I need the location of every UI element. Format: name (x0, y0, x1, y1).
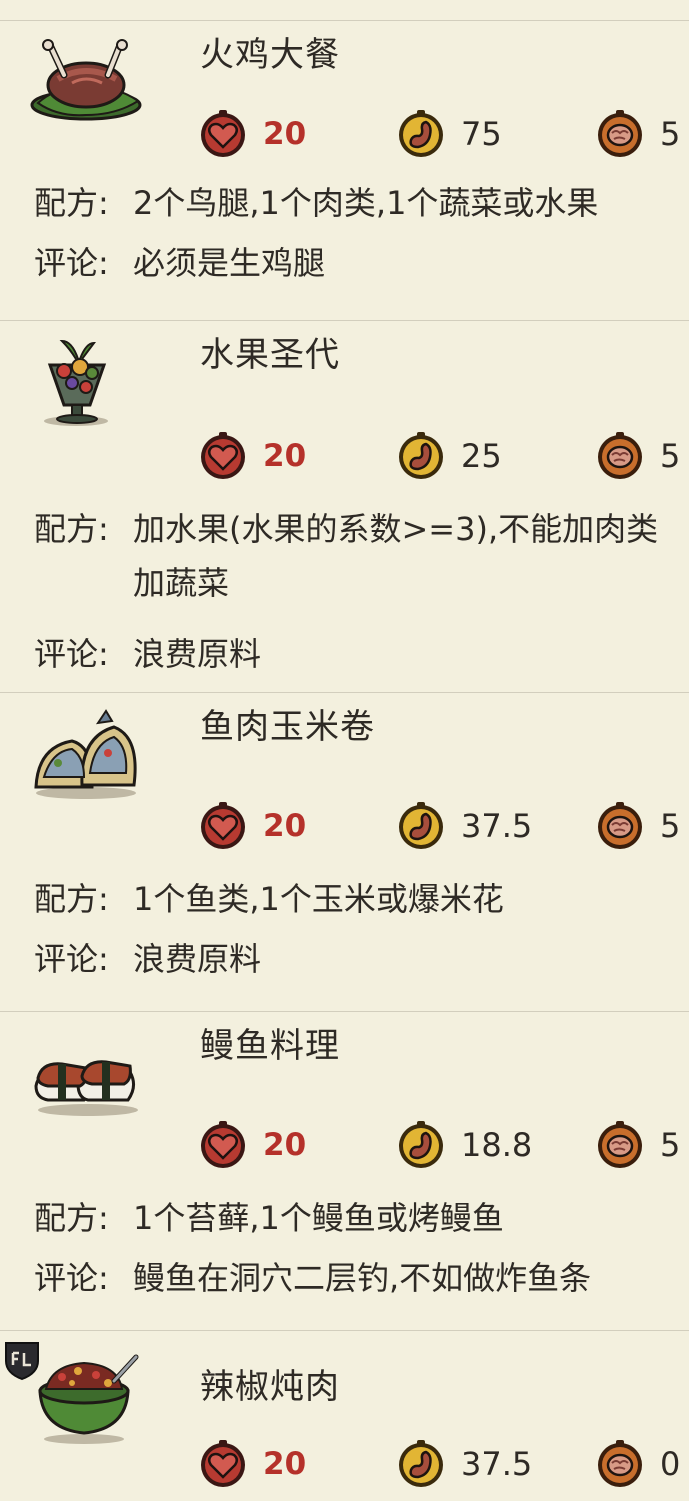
recipe-card-unagi[interactable]: 鳗鱼料理 20 18.8 5 配方: 1个苔藓,1个鳗鱼或烤鳗鱼 评论: 鳗鱼在… (0, 1011, 689, 1330)
health-stat: 20 (198, 1439, 306, 1489)
brain-icon (598, 802, 642, 849)
comment-text: 鳗鱼在洞穴二层钓,不如做炸鱼条 (133, 1259, 592, 1297)
recipe-card-spicy-chili[interactable]: 辣椒炖肉 20 37.5 0 (0, 1330, 689, 1501)
hunger-stat: 18.8 (396, 1120, 532, 1170)
brain-icon (598, 1440, 642, 1487)
recipe-row: 配方: 加水果(水果的系数>=3),不能加肉类 加蔬菜 (34, 510, 689, 610)
recipe-title: 鱼肉玉米卷 (200, 707, 375, 747)
health-stat: 20 (198, 431, 306, 481)
health-stat: 20 (198, 1120, 306, 1170)
stats-row: 20 75 5 (198, 109, 689, 159)
stomach-icon (399, 432, 443, 479)
health-value: 20 (263, 1127, 307, 1163)
recipe-row: 配方: 1个苔藓,1个鳗鱼或烤鳗鱼 (34, 1202, 689, 1234)
heart-icon (201, 110, 245, 157)
recipe-label: 配方: (34, 880, 109, 918)
fruit-medley-icon (28, 335, 146, 431)
comment-row: 评论: 鳗鱼在洞穴二层钓,不如做炸鱼条 (34, 1262, 689, 1294)
hunger-value: 37.5 (461, 1445, 533, 1483)
stomach-icon (399, 110, 443, 157)
unagi-icon (28, 1026, 146, 1122)
sanity-value: 0 (660, 1445, 681, 1483)
recipe-details: 配方: 1个鱼类,1个玉米或爆米花 评论: 浪费原料 (34, 883, 689, 1003)
sanity-stat: 5 (595, 431, 680, 481)
hunger-stat: 37.5 (396, 1439, 532, 1489)
recipe-card-fruit-medley[interactable]: 水果圣代 20 25 5 配方: 加水果(水果的系数>=3),不能加肉类 加蔬菜… (0, 320, 689, 692)
heart-icon (201, 432, 245, 479)
brain-icon (598, 110, 642, 157)
comment-label: 评论: (34, 635, 109, 673)
health-value: 20 (263, 438, 307, 474)
recipe-label: 配方: (34, 184, 109, 222)
stomach-icon (399, 1440, 443, 1487)
sanity-value: 5 (660, 437, 681, 475)
comment-text: 浪费原料 (133, 940, 262, 978)
comment-row: 评论: 浪费原料 (34, 943, 689, 975)
recipe-details: 配方: 加水果(水果的系数>=3),不能加肉类 加蔬菜 评论: 浪费原料 (34, 510, 689, 692)
health-stat: 20 (198, 801, 306, 851)
sanity-value: 5 (660, 807, 681, 845)
spicy-chili-icon (28, 1351, 146, 1447)
recipe-card-fish-tacos[interactable]: 鱼肉玉米卷 20 37.5 5 配方: 1个鱼类,1个玉米或爆米花 评论: 浪费… (0, 692, 689, 1011)
comment-row: 评论: 必须是生鸡腿 (34, 247, 689, 279)
health-value: 20 (263, 1446, 307, 1482)
recipe-row: 配方: 1个鱼类,1个玉米或爆米花 (34, 883, 689, 915)
sanity-stat: 5 (595, 109, 680, 159)
stats-row: 20 25 5 (198, 431, 689, 481)
hunger-stat: 75 (396, 109, 502, 159)
sanity-value: 5 (660, 1126, 681, 1164)
recipe-text: 1个苔藓,1个鳗鱼或烤鳗鱼 (133, 1199, 504, 1237)
stats-row: 20 37.5 0 (198, 1439, 689, 1489)
comment-label: 评论: (34, 1259, 109, 1297)
comment-text: 必须是生鸡腿 (133, 244, 326, 282)
comment-label: 评论: (34, 940, 109, 978)
recipe-text: 2个鸟腿,1个肉类,1个蔬菜或水果 (133, 184, 599, 222)
recipe-row: 配方: 2个鸟腿,1个肉类,1个蔬菜或水果 (34, 187, 689, 219)
heart-icon (201, 802, 245, 849)
recipe-label: 配方: (34, 510, 109, 548)
health-value: 20 (263, 808, 307, 844)
hunger-stat: 25 (396, 431, 502, 481)
stomach-icon (399, 1121, 443, 1168)
hunger-value: 75 (461, 115, 502, 153)
recipe-text: 加水果(水果的系数>=3),不能加肉类 加蔬菜 (133, 510, 659, 602)
brain-icon (598, 432, 642, 479)
recipe-title: 火鸡大餐 (200, 35, 340, 75)
recipe-label: 配方: (34, 1199, 109, 1237)
recipe-title: 水果圣代 (200, 335, 340, 375)
hunger-value: 25 (461, 437, 502, 475)
recipe-title: 辣椒炖肉 (200, 1367, 340, 1407)
brain-icon (598, 1121, 642, 1168)
comment-label: 评论: (34, 244, 109, 282)
sanity-stat: 0 (595, 1439, 680, 1489)
hunger-value: 37.5 (461, 807, 533, 845)
recipe-details: 配方: 1个苔藓,1个鳗鱼或烤鳗鱼 评论: 鳗鱼在洞穴二层钓,不如做炸鱼条 (34, 1202, 689, 1322)
sanity-stat: 5 (595, 801, 680, 851)
heart-icon (201, 1440, 245, 1487)
recipe-card-turkey-dinner[interactable]: 火鸡大餐 20 75 5 配方: 2个鸟腿,1个肉类,1个蔬菜或水果 评论: 必… (0, 20, 689, 320)
health-value: 20 (263, 116, 307, 152)
hunger-value: 18.8 (461, 1126, 533, 1164)
comment-text: 浪费原料 (133, 635, 262, 673)
comment-row: 评论: 浪费原料 (34, 638, 689, 670)
stats-row: 20 37.5 5 (198, 801, 689, 851)
turkey-dinner-icon (28, 35, 146, 131)
fish-tacos-icon (28, 707, 146, 803)
sanity-value: 5 (660, 115, 681, 153)
hunger-stat: 37.5 (396, 801, 532, 851)
stats-row: 20 18.8 5 (198, 1120, 689, 1170)
recipe-text: 1个鱼类,1个玉米或爆米花 (133, 880, 504, 918)
recipe-list: 火鸡大餐 20 75 5 配方: 2个鸟腿,1个肉类,1个蔬菜或水果 评论: 必… (0, 20, 689, 1501)
heart-icon (201, 1121, 245, 1168)
recipe-details: 配方: 2个鸟腿,1个肉类,1个蔬菜或水果 评论: 必须是生鸡腿 (34, 187, 689, 307)
health-stat: 20 (198, 109, 306, 159)
sanity-stat: 5 (595, 1120, 680, 1170)
recipe-title: 鳗鱼料理 (200, 1026, 340, 1066)
stomach-icon (399, 802, 443, 849)
